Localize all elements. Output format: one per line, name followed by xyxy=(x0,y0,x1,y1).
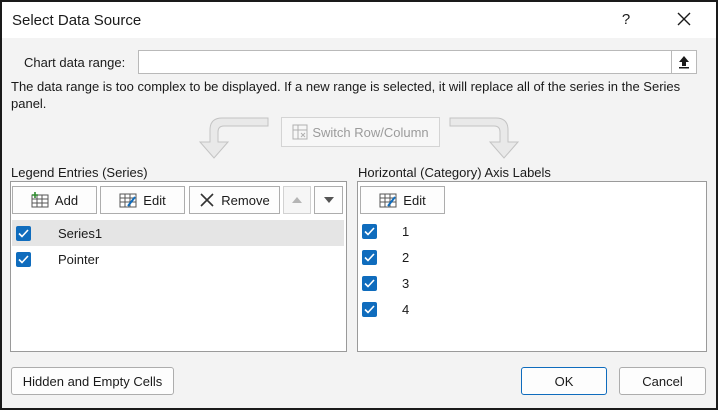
message-line-2: panel. xyxy=(11,96,47,111)
check-icon xyxy=(18,228,29,238)
category-row[interactable]: 4 xyxy=(359,296,704,322)
category-label: 2 xyxy=(402,249,410,265)
triangle-up-icon xyxy=(292,197,302,203)
category-checkbox[interactable] xyxy=(362,249,377,265)
category-label: 1 xyxy=(402,223,410,239)
title-bar: Select Data Source ? xyxy=(2,2,716,38)
switch-row-column-icon xyxy=(292,124,308,140)
add-series-label: Add xyxy=(54,192,79,208)
category-row[interactable]: 1 xyxy=(359,218,704,244)
cancel-button[interactable]: Cancel xyxy=(619,367,706,395)
axis-labels-panel: Edit 1 2 3 4 xyxy=(357,181,707,352)
left-curved-arrow-icon xyxy=(198,117,269,159)
series-checkbox[interactable] xyxy=(16,251,31,267)
collapse-dialog-button[interactable] xyxy=(671,50,697,74)
add-table-icon xyxy=(31,192,49,208)
category-checkbox[interactable] xyxy=(362,223,377,239)
remove-x-icon xyxy=(200,193,214,207)
check-icon xyxy=(364,304,375,314)
check-icon xyxy=(364,278,375,288)
edit-table-icon xyxy=(379,193,397,208)
edit-axis-labels-label: Edit xyxy=(403,192,426,208)
category-row[interactable]: 2 xyxy=(359,244,704,270)
category-checkbox[interactable] xyxy=(362,275,377,291)
series-row[interactable]: Series1 xyxy=(12,220,344,246)
edit-axis-labels-button[interactable]: Edit xyxy=(360,186,445,214)
select-data-source-dialog: Select Data Source ? Chart data range: T… xyxy=(0,0,718,410)
check-icon xyxy=(18,254,29,264)
check-icon xyxy=(364,252,375,262)
message-line-1: The data range is too complex to be disp… xyxy=(11,79,681,94)
move-up-button[interactable] xyxy=(283,186,311,214)
remove-series-label: Remove xyxy=(221,192,270,208)
edit-series-button[interactable]: Edit xyxy=(100,186,185,214)
category-label: 3 xyxy=(402,275,410,291)
series-row[interactable]: Pointer xyxy=(12,246,344,272)
help-button[interactable]: ? xyxy=(614,8,638,32)
close-icon xyxy=(677,12,691,26)
series-name: Pointer xyxy=(58,251,100,267)
legend-entries-panel: Add Edit Remove Series1 Pointer xyxy=(10,181,347,352)
right-curved-arrow-icon xyxy=(449,117,520,159)
dialog-title: Select Data Source xyxy=(12,12,142,29)
close-button[interactable] xyxy=(670,8,698,32)
ok-button[interactable]: OK xyxy=(521,367,607,395)
chart-data-range-label: Chart data range: xyxy=(24,55,125,70)
legend-entries-heading: Legend Entries (Series) xyxy=(11,165,148,180)
category-row[interactable]: 3 xyxy=(359,270,704,296)
remove-series-button[interactable]: Remove xyxy=(189,186,280,214)
edit-table-icon xyxy=(119,193,137,208)
series-checkbox[interactable] xyxy=(16,225,31,241)
edit-series-label: Edit xyxy=(143,192,166,208)
switch-row-column-label: Switch Row/Column xyxy=(312,124,429,140)
check-icon xyxy=(364,226,375,236)
upload-arrow-icon xyxy=(679,56,689,69)
move-down-button[interactable] xyxy=(314,186,343,214)
chart-data-range-input[interactable] xyxy=(138,50,672,74)
add-series-button[interactable]: Add xyxy=(12,186,97,214)
category-label: 4 xyxy=(402,301,410,317)
category-checkbox[interactable] xyxy=(362,301,377,317)
axis-labels-heading: Horizontal (Category) Axis Labels xyxy=(358,165,551,180)
switch-row-column-button[interactable]: Switch Row/Column xyxy=(281,117,440,147)
hidden-empty-cells-button[interactable]: Hidden and Empty Cells xyxy=(11,367,174,395)
series-name: Series1 xyxy=(58,225,103,241)
triangle-down-icon xyxy=(323,197,334,203)
chart-data-range-label-text: Chart data range: xyxy=(24,55,126,70)
